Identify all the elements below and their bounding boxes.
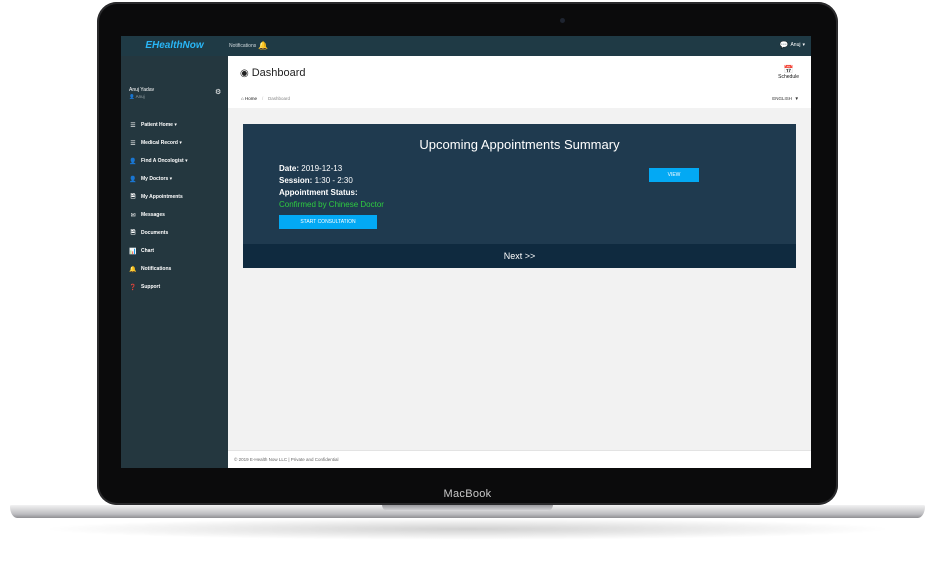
sidebar: Anuj Yadav 👤 Anuj ⚙ ☰ Patient Home ▾ ☰ M…: [121, 56, 228, 468]
laptop-notch: [382, 505, 553, 511]
sidebar-item-find-oncologist[interactable]: 👤 Find A Oncologist ▾: [127, 152, 227, 170]
dashboard-icon: ◉: [240, 67, 249, 79]
user-icon: 👤: [129, 176, 137, 183]
sidebar-item-support[interactable]: ❓ Support: [127, 278, 227, 296]
gear-icon[interactable]: ⚙: [215, 88, 221, 96]
schedule-button[interactable]: 📅 Schedule: [778, 65, 799, 80]
footer-text: © 2019 E-Health Now LLC | Private and Co…: [234, 457, 339, 462]
appointment-date: Date: 2019-12-13: [279, 164, 343, 173]
help-icon: ❓: [129, 284, 137, 291]
sidebar-item-notifications[interactable]: 🔔 Notifications: [127, 260, 227, 278]
sidebar-item-messages[interactable]: ✉ Messages: [127, 206, 227, 224]
chevron-down-icon: ▾: [168, 176, 173, 182]
top-notifications-label: Notifications: [229, 42, 257, 49]
sidebar-item-chart[interactable]: 📊 Chart: [127, 242, 227, 260]
sidebar-item-documents[interactable]: 🗎 Documents: [127, 224, 227, 242]
chat-icon[interactable]: 💬: [780, 41, 789, 49]
sidebar-item-my-appointments[interactable]: 🗎 My Appointments: [127, 188, 227, 206]
appointment-status-value: Confirmed by Chinese Doctor: [279, 200, 384, 209]
breadcrumb: ⌂ Home / Dashboard ENGLISH ▼: [228, 90, 811, 108]
user-menu[interactable]: 💬 Anuj ▾: [780, 41, 805, 49]
home-icon: ⌂: [241, 96, 244, 101]
next-button[interactable]: Next >>: [243, 244, 796, 268]
document-icon: 🗎: [130, 230, 136, 236]
chevron-down-icon: ▾: [172, 122, 177, 128]
list-icon: ☰: [130, 140, 136, 147]
appointment-status-label: Appointment Status:: [279, 188, 358, 197]
top-notifications[interactable]: Notifications 🔔: [229, 41, 268, 50]
chart-icon: 📊: [129, 248, 137, 255]
breadcrumb-current: Dashboard: [268, 96, 291, 101]
app-screen: EHealthNow Notifications 🔔 💬 Anuj ▾ Anuj…: [121, 36, 811, 468]
chevron-down-icon: ▾: [802, 42, 805, 48]
chevron-down-icon: ▾: [183, 158, 188, 164]
document-icon: 🗎: [130, 194, 136, 200]
page-footer: © 2019 E-Health Now LLC | Private and Co…: [228, 450, 811, 468]
page-title: ◉ Dashboard: [240, 67, 306, 79]
appointment-session: Session: 1:30 - 2:30: [279, 176, 353, 185]
caret-down-icon: ▼: [793, 96, 799, 101]
language-select[interactable]: ENGLISH ▼: [772, 90, 799, 108]
breadcrumb-separator: /: [262, 96, 264, 101]
envelope-icon: ✉: [130, 212, 136, 219]
device-label: MacBook: [443, 488, 492, 500]
bell-icon: 🔔: [129, 266, 137, 273]
calendar-icon: 📅: [783, 65, 794, 74]
card-title: Upcoming Appointments Summary: [419, 137, 620, 152]
list-icon: ☰: [130, 122, 136, 129]
profile-name: Anuj Yadav: [129, 87, 155, 93]
chevron-down-icon: ▾: [177, 140, 182, 146]
user-menu-label: Anuj: [790, 42, 801, 48]
sidebar-item-my-doctors[interactable]: 👤 My Doctors ▾: [127, 170, 227, 188]
top-bar: EHealthNow Notifications 🔔 💬 Anuj ▾: [121, 36, 811, 56]
start-consultation-button[interactable]: START CONSULTATION: [279, 215, 377, 229]
breadcrumb-home[interactable]: ⌂ Home: [241, 90, 257, 108]
sidebar-item-patient-home[interactable]: ☰ Patient Home ▾: [127, 116, 227, 134]
page-header: ◉ Dashboard 📅 Schedule: [228, 56, 811, 91]
view-button[interactable]: VIEW: [649, 168, 699, 182]
sidebar-item-medical-record[interactable]: ☰ Medical Record ▾: [127, 134, 227, 152]
sidebar-nav: ☰ Patient Home ▾ ☰ Medical Record ▾ 👤 Fi…: [127, 116, 227, 296]
app-logo[interactable]: EHealthNow: [121, 36, 228, 56]
appointment-info: Date: 2019-12-13 Session: 1:30 - 2:30 Ap…: [279, 163, 384, 211]
camera-icon: [560, 18, 565, 23]
user-icon: 👤: [129, 158, 137, 165]
appointments-summary-card: Upcoming Appointments Summary Date: 2019…: [243, 124, 796, 268]
profile-username: 👤 Anuj: [129, 94, 145, 99]
laptop-shadow: [40, 518, 895, 540]
user-icon: 👤: [129, 94, 135, 99]
bell-icon: 🔔: [258, 41, 269, 50]
